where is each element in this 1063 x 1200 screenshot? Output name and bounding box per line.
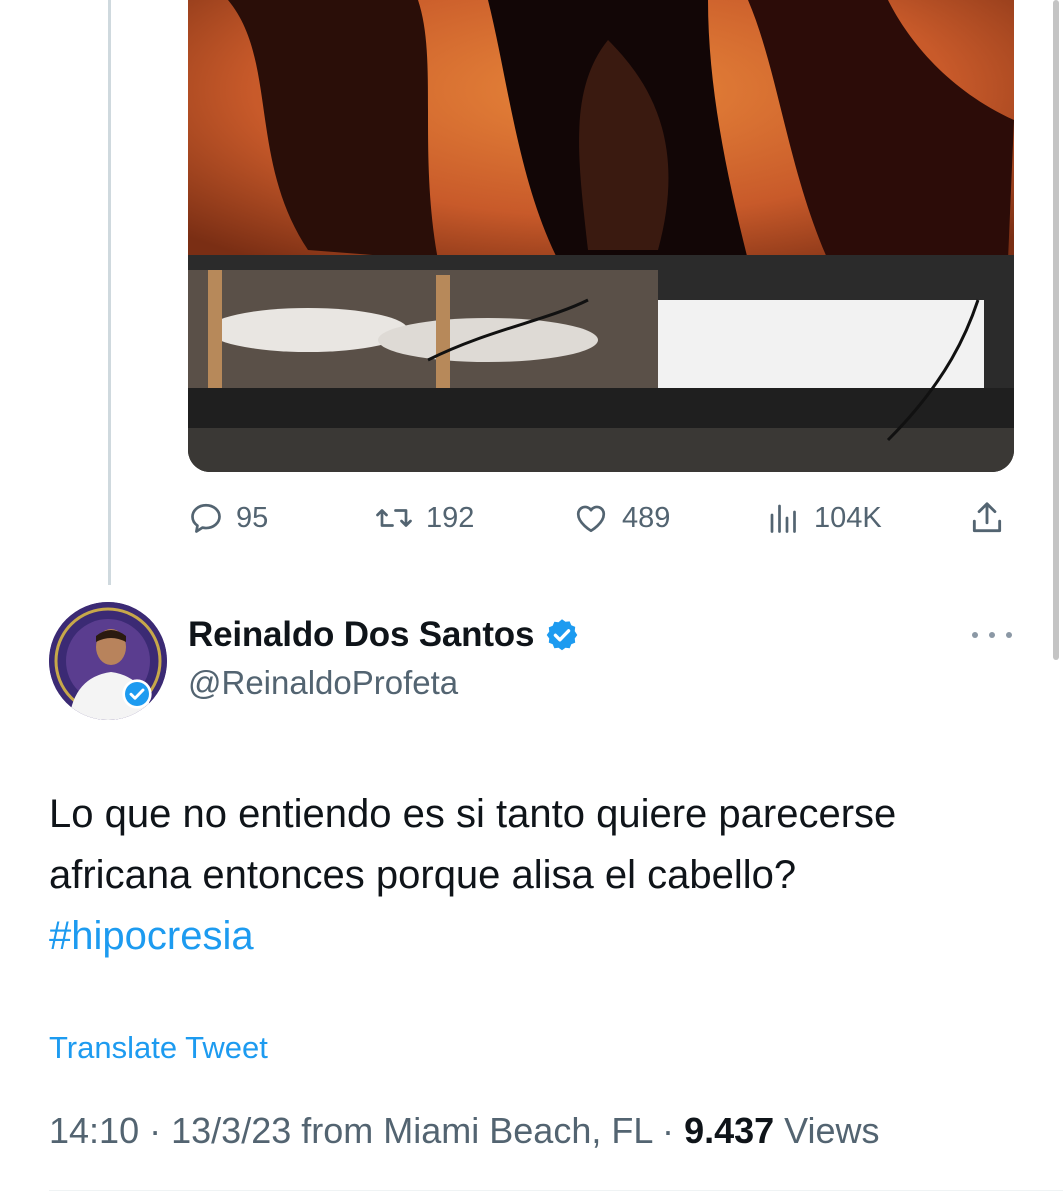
share-button[interactable] [968, 490, 1006, 546]
verified-badge-icon[interactable] [544, 617, 580, 653]
tweet-time[interactable]: 14:10 [49, 1110, 139, 1151]
avatar-verified-icon [122, 679, 152, 709]
more-dot-icon [989, 632, 995, 638]
tweet-text-line: africana entonces porque alisa el cabell… [49, 853, 797, 897]
photo-image [188, 0, 1014, 472]
meta-separator: · [662, 1110, 675, 1151]
tweet-text-line: Lo que no entiendo es si tanto quiere pa… [49, 792, 897, 836]
views-button[interactable]: 104K [766, 490, 882, 546]
retweet-count: 192 [426, 501, 475, 534]
scrollbar[interactable] [1053, 0, 1059, 660]
views-count: 104K [814, 501, 882, 534]
reply-button[interactable]: 95 [188, 490, 268, 546]
tweet-meta: 14:10 · 13/3/23 from Miami Beach, FL · 9… [49, 1110, 880, 1152]
more-dot-icon [972, 632, 978, 638]
translate-tweet-link[interactable]: Translate Tweet [49, 1030, 268, 1066]
display-name[interactable]: Reinaldo Dos Santos [188, 615, 534, 655]
thread-line [108, 0, 111, 585]
share-icon [972, 502, 1002, 533]
tweet-views-label: Views [784, 1110, 880, 1151]
parent-tweet-actions: 95 192 489 104K [188, 490, 1014, 546]
tweet-date[interactable]: 13/3/23 [171, 1110, 291, 1151]
author-handle[interactable]: @ReinaldoProfeta [188, 664, 580, 702]
hashtag-link[interactable]: #hipocresia [49, 914, 254, 958]
display-name-row: Reinaldo Dos Santos [188, 612, 580, 658]
more-dot-icon [1006, 632, 1012, 638]
like-count: 489 [622, 501, 671, 534]
reply-count: 95 [236, 501, 269, 534]
retweet-button[interactable]: 192 [374, 490, 474, 546]
tweet-views-count[interactable]: 9.437 [684, 1110, 774, 1151]
parent-tweet-photo[interactable] [188, 0, 1014, 472]
tweet-text: Lo que no entiendo es si tanto quiere pa… [49, 784, 1029, 967]
divider [49, 1190, 1063, 1191]
tweet-location: from Miami Beach, FL [301, 1110, 653, 1151]
reply-icon [191, 503, 221, 533]
meta-separator: · [149, 1110, 162, 1151]
retweet-icon [376, 509, 412, 527]
views-icon [770, 504, 796, 533]
like-icon [576, 505, 606, 533]
like-button[interactable]: 489 [572, 490, 670, 546]
tweet-author: Reinaldo Dos Santos @ReinaldoProfeta [188, 612, 580, 702]
more-options-button[interactable] [972, 620, 1012, 650]
